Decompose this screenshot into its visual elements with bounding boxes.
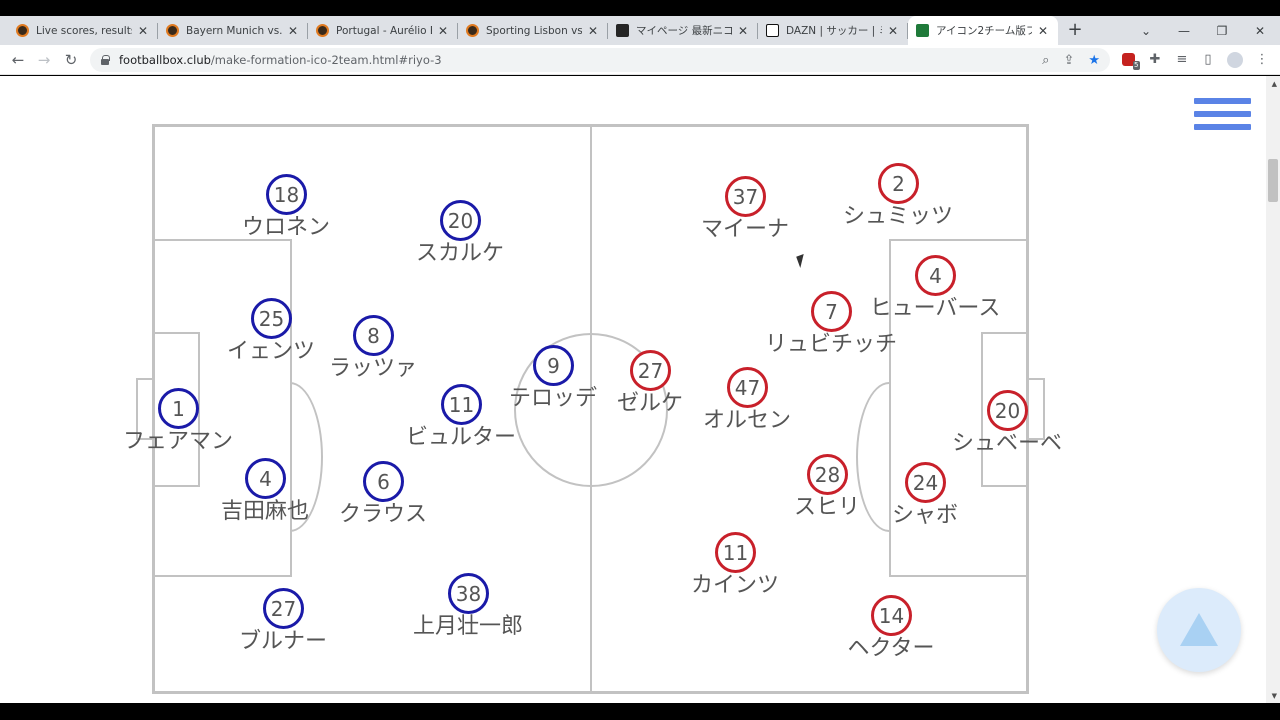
- sofascore-icon: [466, 24, 479, 37]
- extensions-puzzle-icon[interactable]: ✚: [1145, 48, 1165, 72]
- new-tab-button[interactable]: +: [1064, 20, 1086, 42]
- player-number-badge: 28: [807, 454, 848, 495]
- player-name: シュミッツ: [842, 204, 953, 229]
- player-name: ビュルター: [405, 425, 516, 450]
- tab-title: Live scores, results, fix: [36, 24, 132, 37]
- tab-title: DAZN | サッカー | ミラン: [786, 25, 882, 37]
- side-panel-icon[interactable]: ▯: [1198, 48, 1218, 72]
- window-bottom-edge: [0, 703, 1280, 720]
- player-number-badge: 20: [987, 390, 1028, 431]
- tab-title: Sporting Lisbon vs. Sp: [486, 24, 582, 37]
- player-name: ラッツァ: [328, 356, 417, 381]
- forward-button[interactable]: →: [32, 48, 56, 72]
- close-icon[interactable]: ✕: [586, 24, 600, 38]
- url-text: footballbox.club/make-formation-ico-2tea…: [119, 53, 442, 67]
- player-name: スカルケ: [415, 241, 504, 266]
- player-number-badge: 2: [878, 163, 919, 204]
- niconico-icon: [616, 24, 629, 37]
- close-icon[interactable]: ✕: [1036, 24, 1050, 38]
- player-name: クラウス: [338, 502, 427, 527]
- player-name: カインツ: [690, 573, 779, 598]
- player-number-badge: 24: [905, 462, 946, 503]
- player-number-badge: 8: [353, 315, 394, 356]
- sofascore-icon: [166, 24, 179, 37]
- minimize-button[interactable]: —: [1166, 20, 1202, 42]
- player-name: ウロネン: [241, 215, 330, 240]
- extension-shield-icon[interactable]: 5: [1118, 48, 1140, 72]
- close-icon[interactable]: ✕: [136, 24, 150, 38]
- player-name: リュビチッチ: [764, 332, 897, 357]
- player-number-badge: 1: [158, 388, 199, 429]
- tab-strip: Live scores, results, fix ✕ Bayern Munic…: [0, 16, 1280, 45]
- player-name: オルセン: [702, 408, 791, 433]
- tab-bayern[interactable]: Bayern Munich vs. Ein ✕: [158, 16, 308, 45]
- player-number-badge: 37: [725, 176, 766, 217]
- player-number-badge: 7: [811, 291, 852, 332]
- player-number-badge: 27: [263, 588, 304, 629]
- media-control-icon[interactable]: ≡: [1172, 48, 1192, 72]
- lock-icon: [100, 55, 110, 65]
- tab-title: アイコン2チーム版フォー: [936, 25, 1032, 37]
- scrollbar-thumb[interactable]: [1268, 159, 1278, 202]
- player-number-badge: 4: [245, 458, 286, 499]
- profile-avatar[interactable]: [1225, 48, 1245, 72]
- player-name: ヘクター: [847, 636, 935, 661]
- tab-title: Bayern Munich vs. Ein: [186, 24, 282, 37]
- tab-portugal[interactable]: Portugal - Aurélio But ✕: [308, 16, 458, 45]
- player-number-badge: 6: [363, 461, 404, 502]
- dazn-icon: [766, 24, 779, 37]
- player-number-badge: 20: [440, 200, 481, 241]
- tab-niconico[interactable]: マイページ 最新ニコレポ ✕: [608, 16, 758, 45]
- scroll-down-arrow-icon[interactable]: ▼: [1272, 692, 1277, 700]
- player-name: フェアマン: [122, 429, 233, 454]
- page-viewport: 18 ウロネン 20 スカルケ 25 イェンツ 8 ラッツァ 9 テロッデ 1 フェアマン …: [0, 76, 1280, 703]
- player-number-badge: 47: [727, 367, 768, 408]
- scroll-to-top-button[interactable]: [1157, 588, 1241, 672]
- footballbox-icon: [916, 24, 929, 37]
- address-bar[interactable]: footballbox.club/make-formation-ico-2tea…: [90, 48, 1110, 72]
- url-host: footballbox.club: [119, 53, 211, 67]
- player-number-badge: 18: [266, 174, 307, 215]
- close-icon[interactable]: ✕: [286, 24, 300, 38]
- player-number-badge: 4: [915, 255, 956, 296]
- player-number-badge: 27: [630, 350, 671, 391]
- close-icon[interactable]: ✕: [886, 24, 900, 38]
- zoom-icon[interactable]: ⌕: [1042, 53, 1049, 68]
- back-button[interactable]: ←: [6, 48, 30, 72]
- share-icon[interactable]: ⇪: [1063, 53, 1074, 68]
- close-window-button[interactable]: ✕: [1242, 20, 1278, 42]
- tab-dazn[interactable]: DAZN | サッカー | ミラン ✕: [758, 16, 908, 45]
- player-number-badge: 11: [715, 532, 756, 573]
- tab-footballbox[interactable]: アイコン2チーム版フォー ✕: [908, 16, 1058, 45]
- extension-badge: 5: [1133, 61, 1140, 70]
- tab-title: マイページ 最新ニコレポ: [636, 25, 732, 37]
- restore-button[interactable]: ❐: [1204, 20, 1240, 42]
- player-number-badge: 9: [533, 345, 574, 386]
- tab-title: Portugal - Aurélio But: [336, 24, 432, 37]
- url-path: /make-formation-ico-2team.html#riyo-3: [210, 53, 442, 67]
- player-number-badge: 25: [251, 298, 292, 339]
- player-name: 上月壮一郎: [412, 614, 523, 639]
- player-number-badge: 38: [448, 573, 489, 614]
- scroll-up-arrow-icon[interactable]: ▲: [1272, 80, 1277, 88]
- sofascore-icon: [16, 24, 29, 37]
- window-top-edge: [0, 0, 1280, 16]
- menu-kebab-icon[interactable]: ⋮: [1252, 48, 1272, 72]
- player-name: シュベーベ: [951, 431, 1062, 456]
- reload-button[interactable]: ↻: [59, 48, 83, 72]
- close-icon[interactable]: ✕: [736, 24, 750, 38]
- player-name: シャボ: [891, 503, 958, 528]
- player-number-badge: 11: [441, 384, 482, 425]
- hamburger-menu-icon[interactable]: [1194, 98, 1251, 140]
- tab-sporting[interactable]: Sporting Lisbon vs. Sp ✕: [458, 16, 608, 45]
- bookmark-star-icon[interactable]: ★: [1088, 53, 1100, 68]
- player-number-badge: 14: [871, 595, 912, 636]
- tab-search-button[interactable]: ⌄: [1128, 20, 1164, 42]
- sofascore-icon: [316, 24, 329, 37]
- close-icon[interactable]: ✕: [436, 24, 450, 38]
- omnibox-actions: ⌕ ⇪ ★: [1042, 48, 1100, 72]
- tab-livescores[interactable]: Live scores, results, fix ✕: [8, 16, 158, 45]
- browser-toolbar: ← → ↻ footballbox.club/make-formation-ic…: [0, 45, 1280, 75]
